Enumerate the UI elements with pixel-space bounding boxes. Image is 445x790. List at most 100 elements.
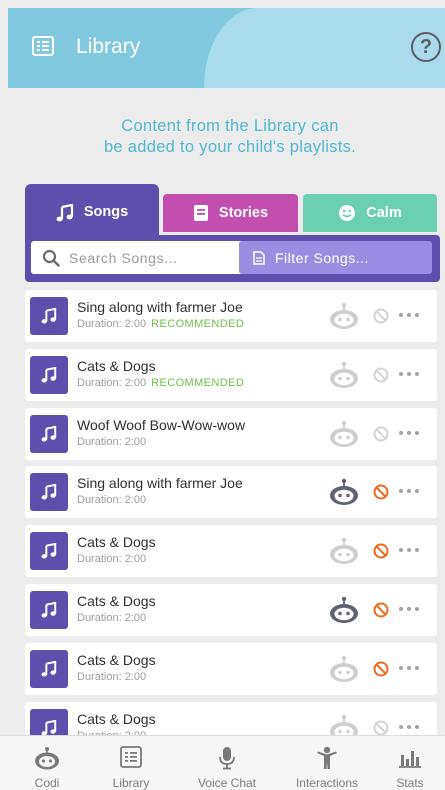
list-item[interactable]: Cats & Dogs Duration: 2:00 RECOMMENDED [25,349,437,401]
nav-interactions[interactable]: Interactions [282,736,372,790]
help-button[interactable]: ? [411,32,441,62]
filter-label: Filter Songs... [275,249,369,266]
more-options-icon[interactable] [399,722,421,732]
app-header: Library ? [8,8,445,88]
more-options-icon[interactable] [399,545,421,555]
more-options-icon[interactable] [399,428,421,438]
song-list: Sing along with farmer Joe Duration: 2:00… [25,290,437,735]
smiley-icon [339,205,356,221]
recommended-badge: RECOMMENDED [151,377,245,389]
nav-voice-chat-label: Voice Chat [197,776,257,790]
song-title: Cats & Dogs [77,711,156,727]
song-meta: Duration: 2:00 RECOMMENDED [77,377,244,389]
person-icon [317,746,337,769]
tab-stories-label: Stories [218,205,269,221]
block-icon[interactable] [373,720,389,735]
list-item[interactable]: Cats & Dogs Duration: 2:00 [25,584,437,636]
list-item[interactable]: Cats & DogsDuration: 2:00 [25,525,437,577]
song-thumbnail [30,473,68,511]
song-thumbnail [30,650,68,688]
block-icon[interactable] [373,367,389,383]
search-input[interactable] [31,241,257,274]
song-title: Sing along with farmer Joe [77,475,243,491]
music-note-icon [41,602,57,618]
page-title: Library [76,35,141,58]
block-icon[interactable] [373,602,389,618]
nav-library-label: Library [112,776,150,790]
song-meta: Duration: 2:00 [77,553,146,565]
nav-stats-label: Stats [396,776,424,790]
robot-icon[interactable] [329,420,359,448]
song-duration: Duration: 2:00 [77,494,147,506]
song-meta: Duration: 2:00 [77,612,146,624]
song-duration: Duration: 2:00 [77,553,147,565]
music-note-icon [41,426,57,442]
song-duration: Duration: 2:00 [77,377,147,389]
tab-songs-label: Songs [83,204,129,220]
music-note-icon [41,661,57,677]
more-options-icon[interactable] [399,604,421,614]
music-note-icon [41,367,57,383]
intro-line-2: be added to your child's playlists. [103,138,357,156]
song-title: Cats & Dogs [77,593,156,609]
more-options-icon[interactable] [399,310,421,320]
song-thumbnail [30,297,68,335]
list-item[interactable]: Sing along with farmer Joe Duration: 2:00… [25,290,437,342]
song-title: Sing along with farmer Joe [77,299,243,315]
robot-icon[interactable] [329,655,359,683]
music-note-icon [41,308,57,324]
block-icon[interactable] [373,661,389,677]
robot-icon[interactable] [329,537,359,565]
tab-songs[interactable]: Songs [25,184,159,236]
filter-button[interactable]: Filter Songs... [239,241,432,274]
list-item[interactable]: Sing along with farmer Joe Duration: 2:00 [25,466,437,518]
song-duration: Duration: 2:00 [77,318,147,330]
song-meta: Duration: 2:00 RECOMMENDED [77,318,244,330]
song-duration: Duration: 2:00 [77,671,147,683]
nav-library[interactable]: Library [86,736,176,790]
music-note-icon [56,204,73,222]
song-duration: Duration: 2:00 [77,612,147,624]
bottom-nav: Codi Library Voice Chat Interactions Sta… [0,735,445,790]
robot-icon[interactable] [329,478,359,506]
more-options-icon[interactable] [399,663,421,673]
block-icon[interactable] [373,426,389,442]
song-thumbnail [30,709,68,735]
music-note-icon [41,720,57,735]
song-thumbnail [30,356,68,394]
search-bar: Filter Songs... [25,235,440,282]
search-icon [42,249,60,267]
more-options-icon[interactable] [399,369,421,379]
list-item[interactable]: Woof Woof Bow-Wow-wow Duration: 2:00 [25,408,437,460]
book-icon [193,205,208,221]
robot-icon[interactable] [329,302,359,330]
document-icon [253,250,265,265]
nav-codi[interactable]: Codi [2,736,92,790]
more-options-icon[interactable] [399,486,421,496]
robot-icon[interactable] [329,596,359,624]
song-duration: Duration: 2:00 [77,436,147,448]
song-thumbnail [30,415,68,453]
library-icon [120,746,142,768]
tab-stories[interactable]: Stories [163,194,298,232]
song-thumbnail [30,532,68,570]
song-meta: Duration: 2:00 [77,494,146,506]
list-item[interactable]: Cats & Dogs Duration: 2:00 [25,643,437,695]
library-list-icon [32,36,54,56]
nav-interactions-label: Interactions [295,776,359,790]
block-icon[interactable] [373,484,389,500]
intro-text: Content from the Library can be added to… [30,116,430,158]
tab-calm[interactable]: Calm [303,194,437,232]
nav-stats[interactable]: Stats [365,736,445,790]
song-title: Cats & Dogs [77,652,156,668]
robot-icon[interactable] [329,361,359,389]
song-title: Woof Woof Bow-Wow-wow [77,417,246,433]
nav-codi-label: Codi [34,776,60,790]
nav-voice-chat[interactable]: Voice Chat [182,736,272,790]
song-title: Cats & Dogs [77,358,156,374]
block-icon[interactable] [373,543,389,559]
list-item[interactable]: Cats & DogsDuration: 2:00 [25,702,437,735]
robot-icon[interactable] [329,714,359,735]
block-icon[interactable] [373,308,389,324]
song-thumbnail [30,591,68,629]
